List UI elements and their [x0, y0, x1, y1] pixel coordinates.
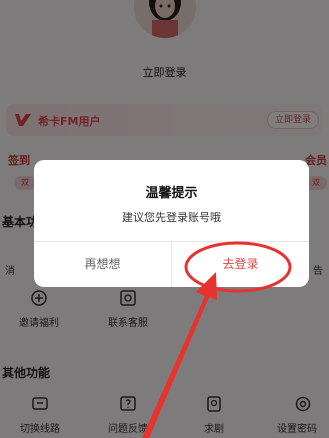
cancel-button[interactable]: 再想想	[34, 242, 171, 287]
dialog-message: 建议您先登录账号哦	[122, 211, 221, 224]
go-login-button[interactable]: 去登录	[172, 242, 309, 287]
profile-page: 立即登录 希卡FM用户 立即登录 签到 双 会员 双 基本功 消 告 邀请福利 …	[0, 0, 329, 438]
dialog-title: 温馨提示	[145, 186, 198, 201]
login-prompt-dialog: 温馨提示 建议您先登录账号哦 再想想 去登录	[34, 160, 309, 287]
